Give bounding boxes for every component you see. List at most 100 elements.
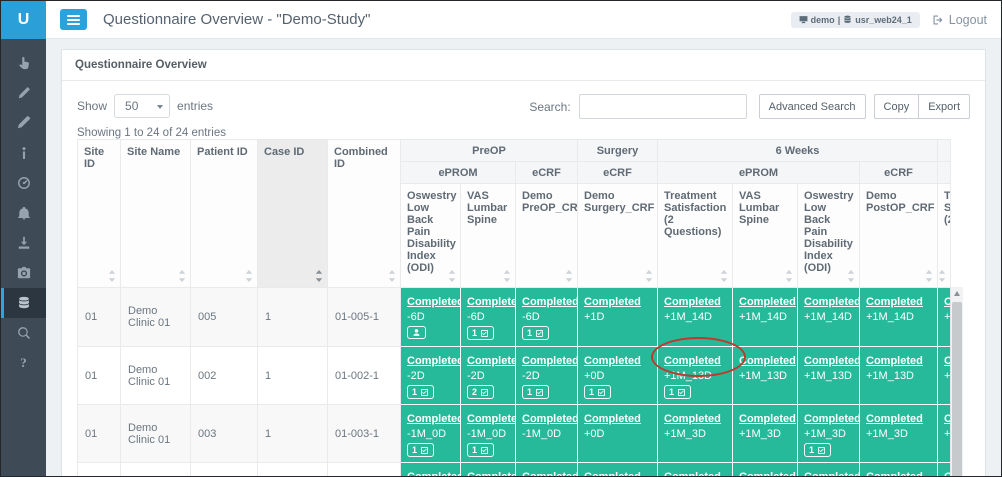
completed-link[interactable]: Completed [866, 471, 923, 477]
advanced-search-button[interactable]: Advanced Search [759, 94, 866, 119]
questionnaire-header-label: Oswestry Low Back Pain Disability Index … [804, 190, 853, 274]
questionnaire-header[interactable]: Demo Surgery_CRF [578, 184, 658, 288]
questionnaire-header[interactable]: Treatment Satisfaction (2 Questions) [658, 184, 733, 288]
completed-link[interactable]: Completed [407, 413, 461, 425]
search-input[interactable] [579, 94, 747, 119]
page-title: Questionnaire Overview - "Demo-Study" [103, 11, 370, 28]
sidebar-item-search[interactable] [1, 318, 46, 348]
note-count-badge[interactable]: 1 [407, 385, 434, 399]
sidebar-item-bell[interactable] [1, 198, 46, 228]
completed-link[interactable]: Completed [804, 471, 860, 477]
menu-toggle-button[interactable] [60, 9, 87, 30]
column-header-site-id[interactable]: Site ID [78, 140, 121, 288]
column-header-case-id[interactable]: Case ID [258, 140, 328, 288]
top-header: Questionnaire Overview - "Demo-Study" de… [46, 1, 1001, 39]
id-cell: 003 [191, 405, 258, 463]
scroll-up-arrow[interactable] [951, 287, 963, 300]
sidebar-item-question[interactable]: ? [1, 348, 46, 378]
id-cell: 01 [78, 288, 121, 347]
note-count-badge[interactable]: 2 [467, 385, 494, 399]
completed-link[interactable]: Completed [739, 471, 796, 477]
completed-link[interactable]: Completed [467, 471, 516, 477]
sidebar-item-dashboard[interactable] [1, 168, 46, 198]
completed-link[interactable]: Completed [467, 296, 516, 308]
group-header: Surgery [578, 140, 658, 162]
column-header-patient-id[interactable]: Patient ID [191, 140, 258, 288]
completed-link[interactable]: Completed [739, 296, 796, 308]
sidebar-item-pencil[interactable] [1, 78, 46, 108]
completed-link[interactable]: Completed [866, 296, 923, 308]
note-count-badge[interactable]: 1 [522, 385, 549, 399]
note-count-badge[interactable] [407, 326, 426, 339]
questionnaire-header-label: Treatment Satisfaction (2 Questions) [664, 190, 726, 238]
completed-link[interactable]: Completed [522, 355, 578, 367]
badge-count: 1 [472, 445, 477, 455]
completed-link[interactable]: Completed [584, 296, 641, 308]
completed-link[interactable]: Completed [407, 296, 461, 308]
completed-link[interactable]: Completed [584, 355, 641, 367]
completed-link[interactable]: Completed [804, 296, 860, 308]
scrollbar-thumb[interactable] [952, 302, 962, 477]
note-count-badge[interactable]: 1 [664, 385, 691, 399]
completed-link[interactable]: Completed [664, 413, 721, 425]
completed-link[interactable]: Completed [664, 296, 721, 308]
table-row: 01Demo Clinic 01003101-003-1Completed-1M… [78, 405, 951, 463]
questionnaire-header[interactable]: Demo PreOP_CRF [516, 184, 578, 288]
sort-icon [245, 270, 253, 282]
column-header-site-name[interactable]: Site Name [121, 140, 191, 288]
time-offset: -2D [407, 370, 454, 382]
entries-select[interactable]: 50 [114, 94, 170, 118]
questionnaire-status-cell: Completed+1M_3D [733, 405, 798, 463]
completed-link[interactable]: Completed [522, 296, 578, 308]
sidebar-item-pen[interactable] [1, 108, 46, 138]
note-count-badge[interactable]: 1 [804, 443, 831, 457]
user-name: usr_web24_1 [855, 15, 912, 25]
completed-link[interactable]: Completed [664, 355, 721, 367]
completed-link[interactable]: Completed [522, 413, 578, 425]
note-count-badge[interactable]: 1 [584, 385, 611, 399]
sidebar-item-camera[interactable] [1, 258, 46, 288]
questionnaire-header[interactable]: Oswestry Low Back Pain Disability Index … [798, 184, 860, 288]
export-button[interactable]: Export [918, 94, 970, 119]
completed-link[interactable]: Completed [467, 355, 516, 367]
completed-link[interactable]: Completed [407, 355, 461, 367]
completed-link[interactable]: Completed [804, 355, 860, 367]
sidebar-item-download[interactable] [1, 228, 46, 258]
questionnaire-header[interactable]: VAS Lumbar Spine [461, 184, 516, 288]
show-label: Show [77, 99, 107, 113]
completed-link[interactable]: Completed [739, 355, 796, 367]
questionnaire-header[interactable]: VAS Lumbar Spine [733, 184, 798, 288]
time-offset: +1M_14D [664, 311, 726, 323]
sidebar-item-database[interactable] [1, 288, 46, 318]
note-count-badge[interactable]: 1 [467, 326, 494, 340]
column-header-combined-id[interactable]: Combined ID [328, 140, 401, 288]
vertical-scrollbar[interactable] [950, 287, 963, 477]
sidebar-item-hand-pointer[interactable] [1, 48, 46, 78]
entries-info: Showing 1 to 24 of 24 entries [77, 127, 970, 139]
note-count-badge[interactable]: 1 [467, 443, 494, 457]
logout-button[interactable]: Logout [932, 13, 987, 27]
note-count-badge[interactable]: 1 [407, 443, 434, 457]
questionnaire-header[interactable]: Oswestry Low Back Pain Disability Index … [401, 184, 461, 288]
copy-button[interactable]: Copy [874, 94, 920, 119]
completed-link[interactable]: Completed [804, 413, 860, 425]
completed-link[interactable]: Completed [584, 413, 641, 425]
table-area: Site IDSite NamePatient IDCase IDCombine… [77, 139, 965, 477]
completed-link[interactable]: Completed [584, 471, 641, 477]
questionnaire-header[interactable]: Treatment Satisfaction (2 Questions) [938, 184, 951, 288]
questionnaire-status-cell: Completed+1M_3D [860, 405, 938, 463]
note-count-badge[interactable]: 1 [522, 326, 549, 340]
completed-link[interactable]: Completed [664, 471, 721, 477]
completed-link[interactable]: Completed [739, 413, 796, 425]
sidebar-item-info[interactable] [1, 138, 46, 168]
completed-link[interactable]: Completed [866, 355, 923, 367]
questionnaire-header[interactable]: Demo PostOP_CRF [860, 184, 938, 288]
badge-count: 1 [527, 387, 532, 397]
completed-link[interactable]: Completed [866, 413, 923, 425]
completed-link[interactable]: Completed [467, 413, 516, 425]
app-logo[interactable]: U [1, 1, 46, 39]
time-offset: +1M_14D [866, 311, 931, 323]
questionnaire-status-cell: Completed+1M_13D [798, 347, 860, 405]
completed-link[interactable]: Completed [407, 471, 461, 477]
completed-link[interactable]: Completed [522, 471, 578, 477]
